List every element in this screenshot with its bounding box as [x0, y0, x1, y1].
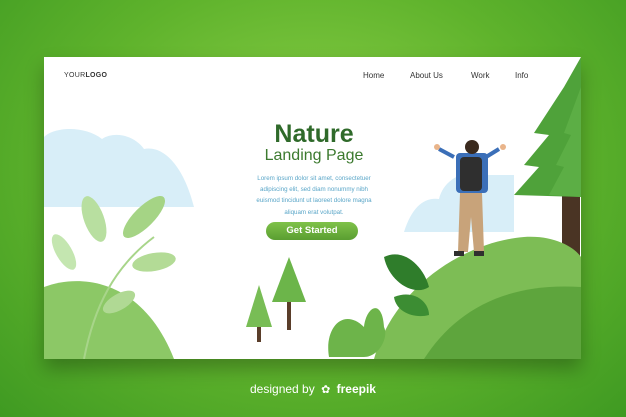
nav-item-work[interactable]: Work — [471, 71, 490, 80]
pine-tree-small — [272, 257, 306, 302]
hill-left — [44, 281, 174, 359]
hero-subtitle: Landing Page — [264, 147, 364, 164]
bush — [328, 308, 386, 357]
hero-body-line: euismod tincidunt ut laoreet dolore magn… — [256, 197, 372, 205]
attribution[interactable]: designed by ✿ freepik — [0, 382, 626, 396]
nav-item-home[interactable]: Home — [363, 71, 384, 80]
hero-body-text: Lorem ipsum dolor sit amet, consectetuer… — [224, 173, 404, 218]
credit-prefix: designed by — [250, 382, 315, 396]
freepik-logo-icon: ✿ — [321, 384, 331, 396]
credit-brand: freepik — [336, 382, 376, 396]
nav-item-info[interactable]: Info — [515, 71, 528, 80]
top-nav: Home About Us Work Info — [44, 71, 581, 83]
get-started-button[interactable]: Get Started — [266, 222, 358, 240]
nav-item-about-us[interactable]: About Us — [410, 71, 443, 80]
hero-body-line: Lorem ipsum dolor sit amet, consectetuer — [257, 175, 371, 182]
hero-body-line: aliquam erat volutpat. — [284, 208, 344, 216]
hero-title: Nature — [274, 120, 354, 148]
landing-page-frame: YOURLOGO Home About Us Work Info Nature … — [44, 57, 581, 359]
hero-body-line: adipiscing elit, sed diam nonummy nibh — [260, 186, 368, 194]
cloud-left — [44, 129, 194, 207]
